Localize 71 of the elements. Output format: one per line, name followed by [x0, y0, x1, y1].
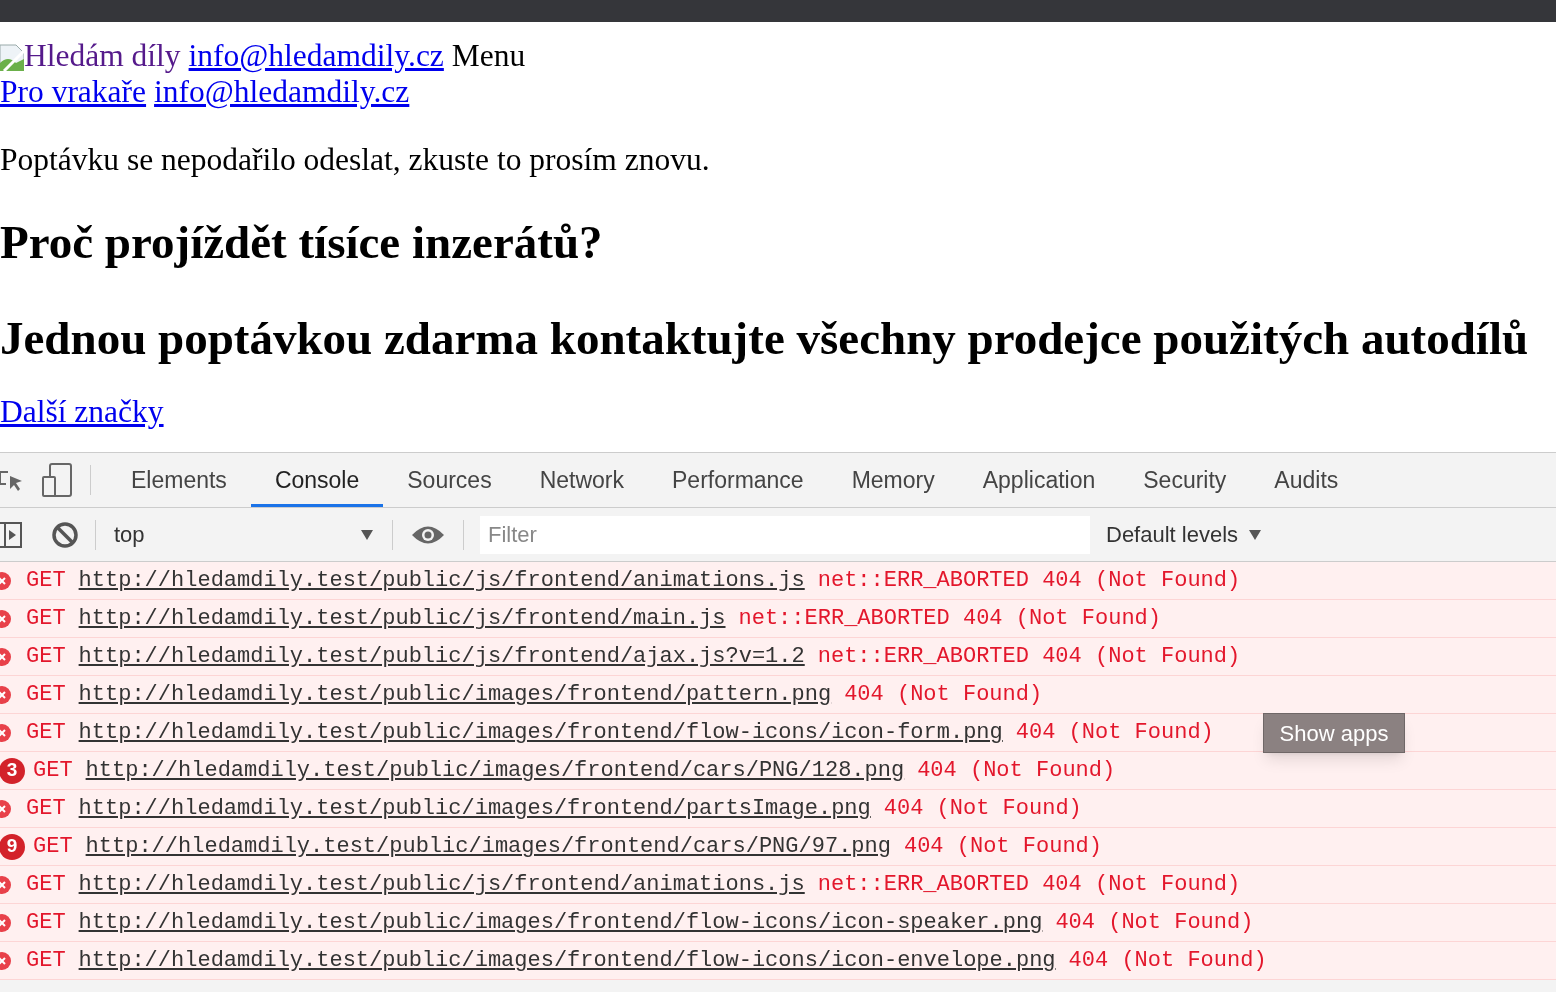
caret-icon: [1248, 528, 1263, 541]
error-message: Poptávku se nepodařilo odeslat, zkuste to prosím znovu.: [0, 142, 711, 178]
sidebar-toggle-icon[interactable]: [0, 521, 22, 548]
error-icon: [0, 608, 12, 629]
request-method: GET: [26, 795, 66, 823]
error-status: net::ERR_ABORTED 404 (Not Found): [817, 643, 1241, 671]
clear-console-icon[interactable]: [51, 520, 79, 549]
request-method: GET: [26, 605, 66, 633]
request-method: GET: [26, 643, 66, 671]
request-url[interactable]: http://hledamdily.test/public/images/frontend/partsImage.png: [78, 792, 871, 825]
request-url[interactable]: http://hledamdily.test/public/images/frontend/flow-icons/icon-form.png: [78, 716, 1003, 749]
error-status: net::ERR_ABORTED 404 (Not Found): [817, 871, 1241, 899]
error-icon: [0, 646, 12, 667]
error-icon: [0, 950, 12, 971]
devtools-tab[interactable]: Application: [958, 453, 1120, 507]
error-status: 404 (Not Found): [883, 795, 1082, 823]
request-url[interactable]: http://hledamdily.test/public/js/frontend/animations.js: [78, 564, 805, 597]
request-method: GET: [26, 947, 66, 975]
main-heading: Proč projíždět tísíce inzerátů?: [0, 216, 604, 268]
request-url[interactable]: http://hledamdily.test/public/images/frontend/cars/PNG/128.png: [85, 754, 905, 787]
request-method: GET: [26, 909, 66, 937]
filter-field[interactable]: Filter: [480, 515, 1090, 554]
error-status: 404 (Not Found): [917, 757, 1116, 785]
error-icon: [0, 798, 12, 819]
error-status: net::ERR_ABORTED 404 (Not Found): [817, 567, 1241, 595]
error-status: net::ERR_ABORTED 404 (Not Found): [738, 605, 1161, 633]
request-url[interactable]: http://hledamdily.test/public/js/frontend/main.js: [78, 602, 726, 635]
error-status: 404 (Not Found): [844, 681, 1043, 709]
request-url[interactable]: http://hledamdily.test/public/images/frontend/flow-icons/icon-speaker.png: [78, 906, 1043, 939]
device-toolbar-icon[interactable]: [42, 463, 72, 497]
error-status: 404 (Not Found): [1055, 909, 1254, 937]
tooltip: Show apps: [1263, 713, 1405, 753]
error-icon: [0, 874, 12, 895]
caret-icon: [360, 528, 374, 541]
devtools-tab[interactable]: Console: [250, 453, 384, 507]
request-url[interactable]: http://hledamdily.test/public/images/frontend/pattern.png: [78, 678, 832, 711]
repeat-count: 3: [0, 757, 25, 784]
devtools-tab[interactable]: Sources: [383, 453, 516, 507]
repeat-count: 9: [0, 833, 25, 860]
error-status: 404 (Not Found): [903, 833, 1102, 861]
request-method: GET: [26, 567, 66, 595]
devtools-tab[interactable]: Network: [515, 453, 648, 507]
devtools-tab[interactable]: Memory: [827, 453, 959, 507]
menu-label[interactable]: Menu: [451, 38, 526, 74]
devtools-tab[interactable]: Performance: [648, 453, 828, 507]
request-url[interactable]: http://hledamdily.test/public/images/frontend/cars/PNG/97.png: [85, 830, 891, 863]
request-url[interactable]: http://hledamdily.test/public/js/frontend/ajax.js?v=1.2: [78, 640, 805, 673]
devtools-tab[interactable]: Elements: [107, 453, 251, 507]
request-method: GET: [26, 681, 66, 709]
dealer-link[interactable]: Pro vrakaře: [0, 74, 147, 110]
devtools-tab[interactable]: Security: [1119, 453, 1251, 507]
context-select[interactable]: top: [114, 518, 384, 551]
error-icon: [0, 684, 12, 705]
request-method: GET: [26, 719, 66, 747]
error-icon: [0, 570, 12, 591]
request-method: GET: [33, 757, 73, 785]
error-icon: [0, 722, 12, 743]
request-url[interactable]: http://hledamdily.test/public/images/frontend/flow-icons/icon-envelope.png: [78, 944, 1056, 977]
email-link[interactable]: info@hledamdily.cz: [188, 38, 444, 74]
error-status: 404 (Not Found): [1068, 947, 1267, 975]
error-icon: [0, 912, 12, 933]
more-brands-link[interactable]: Další značky: [0, 394, 164, 430]
error-status: 404 (Not Found): [1015, 719, 1214, 747]
levels-dropdown[interactable]: Default levels: [1106, 518, 1263, 551]
logo-alt-text[interactable]: Hledám díly: [24, 38, 181, 74]
subheading: Jednou poptávkou zdarma kontaktujte všechny prodejce použitých autodílů: [0, 312, 1530, 364]
devtools-tab[interactable]: Audits: [1250, 453, 1363, 507]
request-url[interactable]: http://hledamdily.test/public/js/frontend/animations.js: [78, 868, 805, 901]
request-method: GET: [26, 871, 66, 899]
request-method: GET: [33, 833, 73, 861]
email-link[interactable]: info@hledamdily.cz: [154, 74, 410, 110]
